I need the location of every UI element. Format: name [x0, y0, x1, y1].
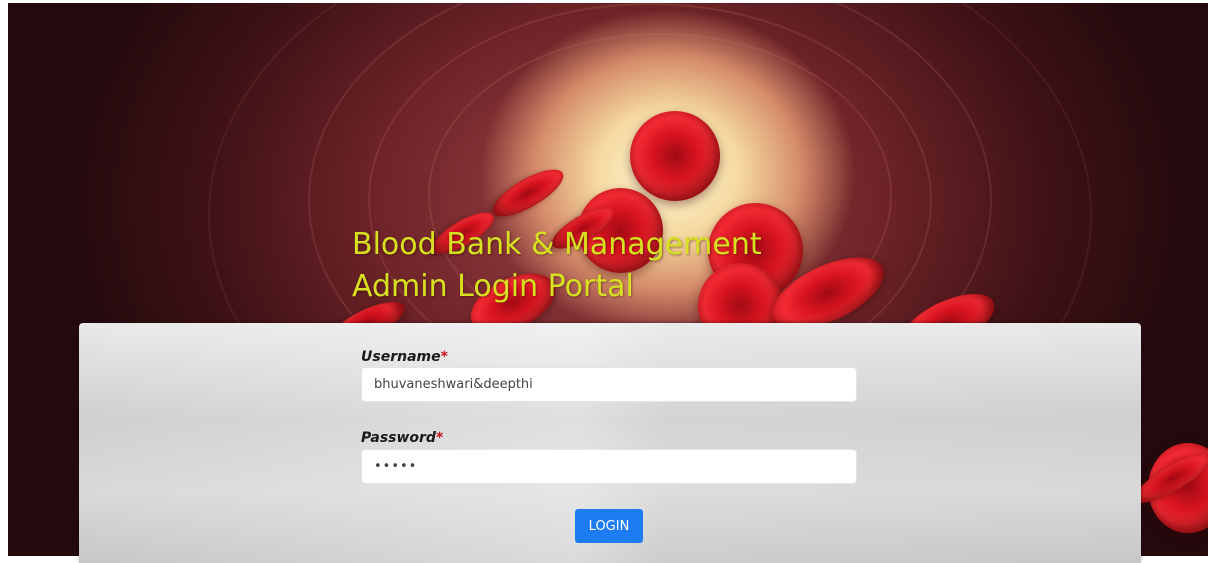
username-input[interactable] [361, 367, 857, 402]
title-line-1: Blood Bank & Management [352, 227, 762, 262]
login-panel: Username* Password* LOGIN [79, 323, 1141, 563]
password-label: Password* [361, 430, 444, 446]
password-input[interactable] [361, 449, 857, 484]
login-button[interactable]: LOGIN [575, 509, 643, 543]
page-title: Blood Bank & Management Admin Login Port… [352, 224, 762, 308]
required-marker: * [440, 349, 448, 365]
required-marker: * [435, 430, 444, 446]
username-label: Username* [361, 349, 448, 365]
title-line-2: Admin Login Portal [352, 269, 634, 304]
